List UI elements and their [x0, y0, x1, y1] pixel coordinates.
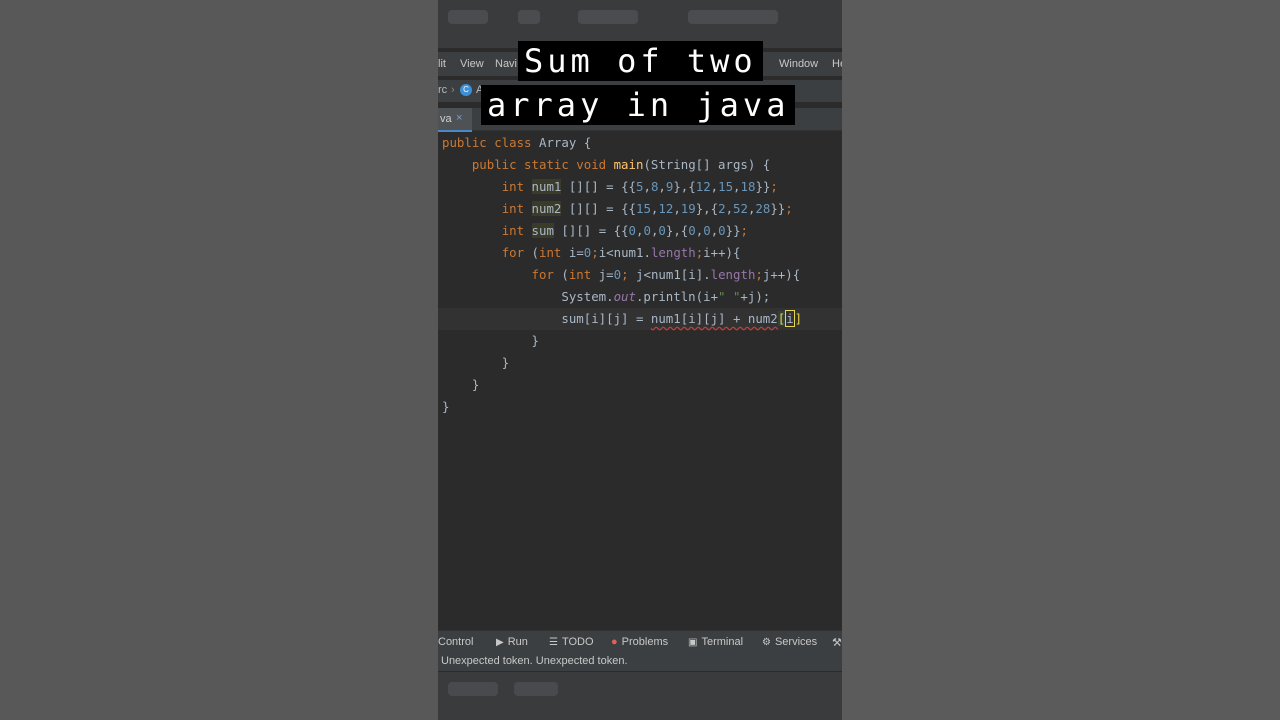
code-line-9: sum[i][j] = num1[i][j] + num2[i]: [561, 310, 803, 327]
gear-icon: ⚙: [762, 637, 771, 648]
breadcrumb-src[interactable]: rc: [438, 84, 447, 96]
code-line-4: int num2 [][] = {{15,12,19},{2,52,28}};: [501, 201, 793, 216]
tool-todo[interactable]: ☰ TODO: [549, 636, 594, 648]
class-icon: C: [460, 84, 472, 96]
menu-help[interactable]: He: [832, 58, 842, 70]
code-line-1: public class Array {: [442, 135, 592, 150]
tab-array-java[interactable]: va ×: [438, 108, 472, 132]
code-line-3: int num1 [][] = {{5,8,9},{12,15,18}};: [501, 179, 778, 194]
status-bar: Unexpected token. Unexpected token.: [438, 653, 842, 671]
play-icon: ▶: [496, 637, 504, 648]
hammer-icon[interactable]: ⚒: [832, 636, 842, 649]
code-line-12: }: [471, 377, 480, 392]
tool-window-bar: Control ▶ Run ☰ TODO ● Problems ▣ Terminal ⚙…: [438, 630, 842, 653]
code-line-2: public static void main(String[] args) {: [471, 157, 771, 172]
menu-window[interactable]: Window: [779, 58, 818, 70]
menu-edit[interactable]: lit: [438, 58, 446, 70]
background-right: [842, 0, 1280, 720]
caption-line-2: array in java: [481, 85, 796, 125]
tool-problems[interactable]: ● Problems: [611, 636, 668, 648]
code-line-10: }: [531, 333, 539, 348]
tool-run[interactable]: ▶ Run: [496, 636, 528, 648]
code-line-6: for (int i=0;i<num1.length;i++){: [501, 245, 741, 260]
chevron-right-icon: ›: [451, 84, 455, 96]
error-icon: ●: [611, 636, 618, 648]
caption-line-1: Sum of two: [518, 41, 763, 81]
close-icon[interactable]: ×: [456, 112, 462, 124]
code-line-13: }: [442, 399, 450, 414]
code-line-5: int sum [][] = {{0,0,0},{0,0,0}};: [501, 223, 749, 238]
code-line-11: }: [501, 355, 510, 370]
terminal-icon: ▣: [688, 637, 698, 648]
blurred-taskbar: [438, 672, 842, 720]
tool-terminal[interactable]: ▣ Terminal: [688, 636, 743, 648]
tab-label: va: [440, 113, 452, 125]
status-message: Unexpected token. Unexpected token.: [441, 655, 628, 667]
menu-view[interactable]: View: [460, 58, 484, 70]
list-icon: ☰: [549, 637, 558, 648]
background-left: [0, 0, 438, 720]
code-editor[interactable]: public class Array { public static void …: [438, 132, 842, 628]
code-line-7: for (int j=0; j<num1[i].length;j++){: [531, 267, 801, 282]
tool-services[interactable]: ⚙ Services: [762, 636, 817, 648]
code-line-8: System.out.println(i+" "+j);: [561, 289, 771, 304]
menu-navigate[interactable]: Navi: [495, 58, 517, 70]
tool-version-control[interactable]: Control: [438, 636, 473, 648]
